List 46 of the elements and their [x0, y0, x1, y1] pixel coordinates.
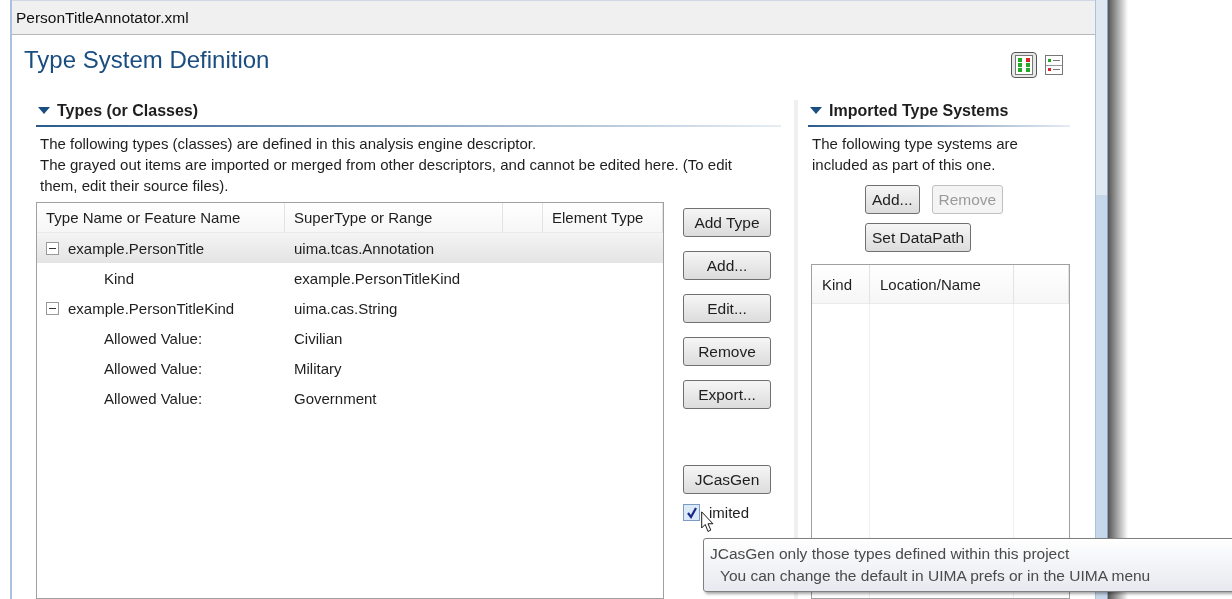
button[interactable]: Export... — [683, 380, 771, 409]
type-name: example.PersonTitleKind — [68, 299, 235, 317]
checkbox[interactable] — [683, 504, 700, 521]
section-title: Imported Type Systems — [829, 102, 1009, 120]
table-cell-text: uima.cas.String — [293, 298, 399, 319]
tree-item[interactable]: example.PersonTitleKind — [37, 293, 285, 323]
button[interactable]: JCasGen — [683, 465, 771, 494]
column-header[interactable]: SuperType or Range — [285, 203, 503, 233]
button[interactable]: Edit... — [683, 294, 771, 323]
type-name: Allowed Value: — [104, 359, 203, 377]
tree-item[interactable]: Allowed Value: — [37, 323, 285, 353]
type-name: Allowed Value: — [104, 329, 203, 347]
table-cell-text: Government — [293, 388, 378, 409]
button[interactable]: Add... — [683, 251, 771, 280]
editor-tab[interactable]: PersonTitleAnnotator.xml — [12, 8, 193, 27]
section-title: Types (or Classes) — [57, 102, 199, 120]
checkbox-label[interactable]: imited — [709, 504, 749, 521]
button[interactable]: Add Type — [683, 208, 771, 237]
collapse-icon[interactable] — [46, 301, 59, 315]
button[interactable]: Remove — [683, 337, 771, 366]
tree-item[interactable]: example.PersonTitle — [37, 233, 285, 263]
collapse-triangle-icon[interactable] — [38, 107, 50, 115]
tree-item[interactable]: Allowed Value: — [37, 353, 285, 383]
table-cell: uima.tcas.Annotation — [285, 233, 503, 263]
type-name: Allowed Value: — [104, 389, 203, 407]
collapse-triangle-icon[interactable] — [810, 107, 822, 115]
page-title: Type System Definition — [24, 46, 270, 74]
table-cell-text: Military — [293, 358, 343, 379]
collapse-icon[interactable] — [46, 241, 59, 255]
table-cell-text: Civilian — [293, 328, 344, 349]
section-description: The grayed out items are imported or merged from other descriptors, and cannot be edited here. (To edit them, edit their source files). — [40, 155, 734, 196]
type-name: Kind — [104, 269, 135, 287]
section-description: The following type systems are included as part of this one. — [811, 134, 1019, 175]
section-description: The following types (classes) are defined in this analysis engine descriptor. — [40, 134, 538, 154]
button[interactable]: Set DataPath — [865, 223, 972, 252]
button[interactable]: Add... — [865, 185, 920, 214]
column-header[interactable]: Location/Name — [870, 265, 1014, 304]
tree-item[interactable]: Allowed Value: — [37, 383, 285, 413]
column-header[interactable]: Type Name or Feature Name — [37, 203, 285, 233]
tooltip: JCasGen only those types defined within this project You can change the default in UIMA prefs or in the UIMA menu — [703, 538, 1232, 592]
type-name: example.PersonTitle — [68, 239, 205, 257]
table-cell-text: example.PersonTitleKind — [293, 268, 462, 289]
tree-item[interactable]: Kind — [37, 263, 285, 293]
column-header[interactable]: Kind — [812, 265, 870, 304]
columns-layout-button[interactable] — [1011, 52, 1037, 78]
column-header[interactable]: Element Type — [543, 203, 663, 233]
